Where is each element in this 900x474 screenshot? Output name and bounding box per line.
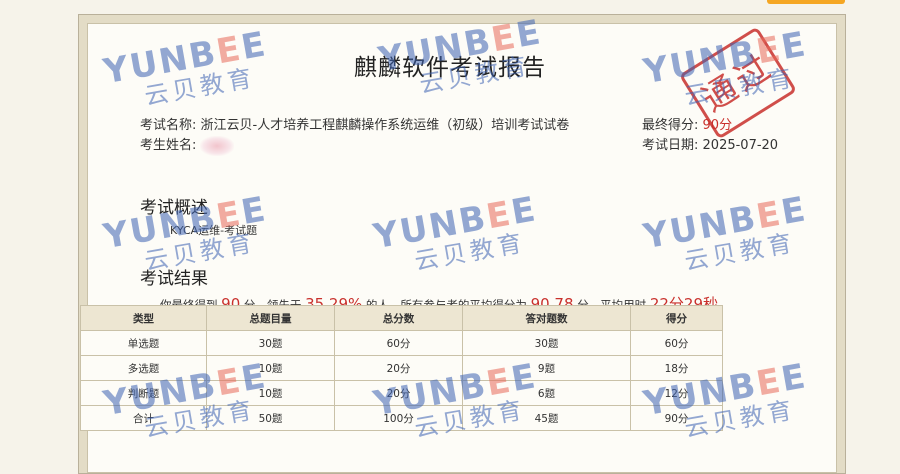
table-cell: 20分: [334, 355, 463, 381]
table-header-cell: 总题目量: [206, 305, 335, 331]
final-score-label: 最终得分:: [642, 118, 699, 133]
table-cell: 12分: [630, 380, 723, 406]
exam-date-label: 考试日期:: [642, 138, 699, 153]
table-row: 单选题 30题 60分 30题 60分: [80, 330, 723, 356]
student-name-redacted: [200, 135, 235, 156]
table-cell: 9题: [462, 355, 631, 381]
table-cell: 合计: [80, 405, 207, 431]
table-cell: 60分: [630, 330, 723, 356]
table-cell: 90分: [630, 405, 723, 431]
table-cell: 10题: [206, 380, 335, 406]
table-row: 合计 50题 100分 45题 90分: [80, 405, 723, 431]
table-cell: 45题: [462, 405, 631, 431]
overview-heading: 考试概述: [140, 198, 208, 218]
exam-name-label: 考试名称:: [140, 118, 197, 133]
table-cell: 多选题: [80, 355, 207, 381]
table-cell: 18分: [630, 355, 723, 381]
exam-name-row: 考试名称: 浙江云贝-人才培养工程麒麟操作系统运维（初级）培训考试试卷: [140, 114, 569, 133]
top-tab-indicator: [767, 0, 845, 4]
exam-name-value: 浙江云贝-人才培养工程麒麟操作系统运维（初级）培训考试试卷: [200, 118, 570, 133]
table-header-cell: 总分数: [334, 305, 463, 331]
table-header-cell: 答对题数: [462, 305, 631, 331]
table-cell: 判断题: [80, 380, 207, 406]
results-table: 类型 总题目量 总分数 答对题数 得分 单选题 30题 60分 30题 60分 …: [80, 305, 723, 431]
table-cell: 6题: [462, 380, 631, 406]
table-cell: 10题: [206, 355, 335, 381]
table-cell: 100分: [334, 405, 463, 431]
table-cell: 30题: [206, 330, 335, 356]
results-heading: 考试结果: [140, 269, 208, 289]
student-name-label: 考生姓名:: [140, 138, 197, 153]
exam-date-value: 2025-07-20: [702, 138, 779, 153]
exam-date-row: 考试日期: 2025-07-20: [642, 134, 778, 153]
table-row: 判断题 10题 20分 6题 12分: [80, 380, 723, 406]
table-cell: 50题: [206, 405, 335, 431]
overview-text: KYCA运维-考试题: [170, 224, 258, 237]
table-header-cell: 类型: [80, 305, 207, 331]
student-name-row: 考生姓名:: [140, 134, 235, 156]
table-cell: 单选题: [80, 330, 207, 356]
table-cell: 20分: [334, 380, 463, 406]
table-cell: 30题: [462, 330, 631, 356]
table-header-row: 类型 总题目量 总分数 答对题数 得分: [80, 305, 723, 331]
table-header-cell: 得分: [630, 305, 723, 331]
table-cell: 60分: [334, 330, 463, 356]
table-row: 多选题 10题 20分 9题 18分: [80, 355, 723, 381]
